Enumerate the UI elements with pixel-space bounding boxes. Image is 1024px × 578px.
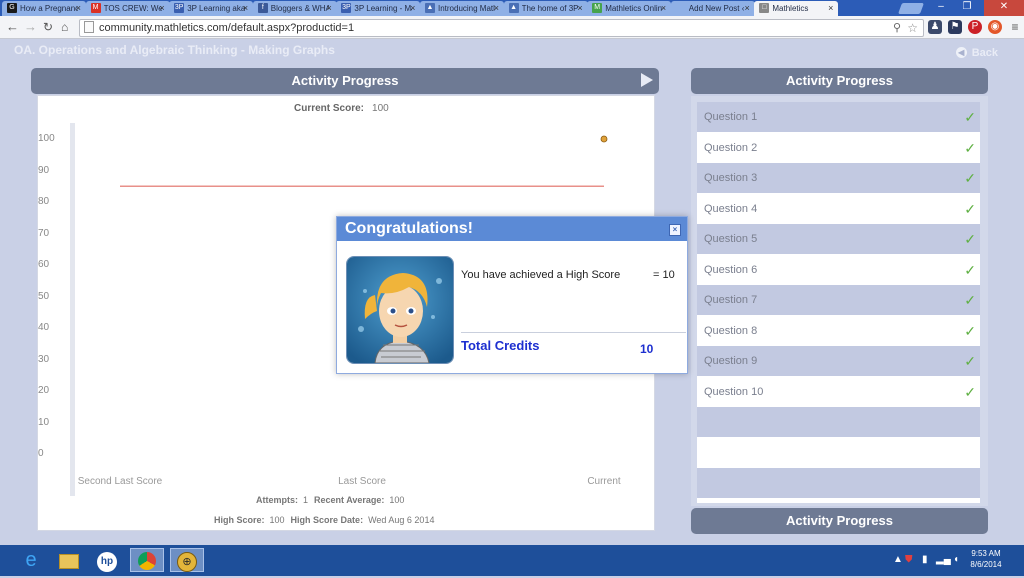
avatar-image bbox=[346, 256, 454, 364]
question-label: Question 2 bbox=[704, 141, 758, 154]
questions-panel-title: Activity Progress bbox=[786, 73, 893, 88]
dialog-header: Congratulations! × bbox=[337, 217, 687, 241]
checkmark-icon: ✓ bbox=[964, 383, 976, 400]
high-score-message: You have achieved a High Score bbox=[461, 269, 621, 281]
total-credits-value: 10 bbox=[640, 342, 654, 356]
total-credits-label: Total Credits bbox=[461, 338, 540, 353]
high-score-date-label: High Score Date: bbox=[290, 515, 364, 525]
checkmark-icon: ✓ bbox=[964, 292, 976, 308]
question-row[interactable]: Question 10 ✓ bbox=[697, 377, 980, 407]
high-score-date-value: Wed Aug 6 2014 bbox=[368, 515, 435, 525]
recent-average-label: Recent Average: bbox=[314, 495, 385, 505]
attempts-value: 1 bbox=[303, 495, 309, 505]
congratulations-dialog: Congratulations! × You have achieved a H… bbox=[336, 216, 688, 374]
file-explorer-icon[interactable] bbox=[52, 548, 86, 572]
question-row[interactable]: Question 9 ✓ bbox=[697, 346, 980, 376]
globe-app-icon[interactable]: ⊕ bbox=[170, 548, 204, 572]
tray-volume-icon[interactable]: ◖ bbox=[953, 554, 959, 565]
dialog-close-icon[interactable]: × bbox=[669, 224, 681, 236]
question-label: Question 5 bbox=[704, 233, 758, 245]
question-label: Question 9 bbox=[704, 355, 758, 367]
question-label: Question 7 bbox=[704, 294, 758, 306]
attempts-stats: Attempts: 1 Recent Average: 100 bbox=[256, 495, 410, 505]
questions-panel-footer: Activity Progress bbox=[691, 508, 988, 534]
empty-row bbox=[697, 468, 980, 498]
question-row[interactable]: Question 1 ✓ bbox=[697, 102, 980, 132]
checkmark-icon: ✓ bbox=[964, 231, 976, 247]
clock-time: 9:53 AM bbox=[971, 549, 1001, 558]
checkmark-icon: ✓ bbox=[964, 322, 976, 339]
checkmark-icon: ✓ bbox=[964, 170, 976, 186]
score-point[interactable] bbox=[600, 135, 608, 143]
questions-panel-header: Activity Progress bbox=[691, 68, 988, 94]
tray-network-icon[interactable]: ▂▄ bbox=[936, 554, 951, 565]
high-score-value: 100 bbox=[269, 515, 285, 525]
x-tick-label: Current bbox=[587, 476, 621, 487]
question-row[interactable]: Question 8 ✓ bbox=[697, 316, 980, 346]
high-score-label: High Score: bbox=[214, 515, 265, 525]
question-row[interactable]: Question 5 ✓ bbox=[697, 224, 980, 254]
question-label: Question 3 bbox=[704, 172, 758, 184]
question-row[interactable]: Question 4 ✓ bbox=[697, 194, 980, 224]
dialog-title: Congratulations! bbox=[345, 220, 473, 237]
taskbar-clock[interactable]: 9:53 AM 8/6/2014 bbox=[966, 548, 1006, 570]
question-row[interactable]: Question 6 ✓ bbox=[697, 255, 980, 285]
tray-arrow-icon[interactable]: ▲ bbox=[893, 554, 903, 565]
dialog-divider bbox=[461, 332, 686, 333]
high-score-stats: High Score: 100 High Score Date: Wed Aug 6 … bbox=[214, 515, 440, 525]
checkmark-icon: ✓ bbox=[964, 139, 976, 156]
checkmark-icon: ✓ bbox=[964, 261, 976, 278]
question-label: Question 10 bbox=[704, 385, 764, 398]
empty-row bbox=[697, 407, 980, 437]
recent-average-value: 100 bbox=[389, 495, 405, 505]
internet-explorer-icon[interactable]: e bbox=[14, 548, 48, 572]
windows-taskbar: e hp ⊕ ▲ ⛊ ▮ ▂▄ ◖ 9:53 AM 8/6/2014 bbox=[0, 545, 1024, 576]
question-label: Question 1 bbox=[704, 111, 758, 123]
clock-date: 8/6/2014 bbox=[970, 560, 1002, 569]
question-label: Question 6 bbox=[704, 263, 758, 276]
attempts-label: Attempts: bbox=[256, 495, 298, 505]
questions-list: Question 1 ✓ Question 2 ✓ Question 3 ✓ Questio… bbox=[697, 102, 980, 503]
question-row[interactable]: Question 3 ✓ bbox=[697, 163, 980, 193]
hp-icon[interactable]: hp bbox=[90, 548, 124, 572]
x-tick-label: Second Last Score bbox=[77, 476, 163, 487]
question-row[interactable]: Question 7 ✓ bbox=[697, 285, 980, 315]
question-row[interactable]: Question 2 ✓ bbox=[697, 133, 980, 163]
checkmark-icon: ✓ bbox=[964, 200, 976, 217]
chrome-taskbar-icon[interactable] bbox=[130, 548, 164, 572]
questions-panel-footer-title: Activity Progress bbox=[786, 513, 893, 528]
checkmark-icon: ✓ bbox=[964, 353, 976, 369]
x-tick-label: Last Score bbox=[338, 476, 386, 487]
checkmark-icon: ✓ bbox=[964, 109, 976, 125]
high-score-message-value: = 10 bbox=[653, 269, 675, 281]
question-label: Question 4 bbox=[704, 202, 758, 215]
tray-battery-icon[interactable]: ▮ bbox=[922, 554, 928, 565]
question-label: Question 8 bbox=[704, 324, 758, 337]
tray-shield-icon[interactable]: ⛊ bbox=[905, 554, 913, 565]
